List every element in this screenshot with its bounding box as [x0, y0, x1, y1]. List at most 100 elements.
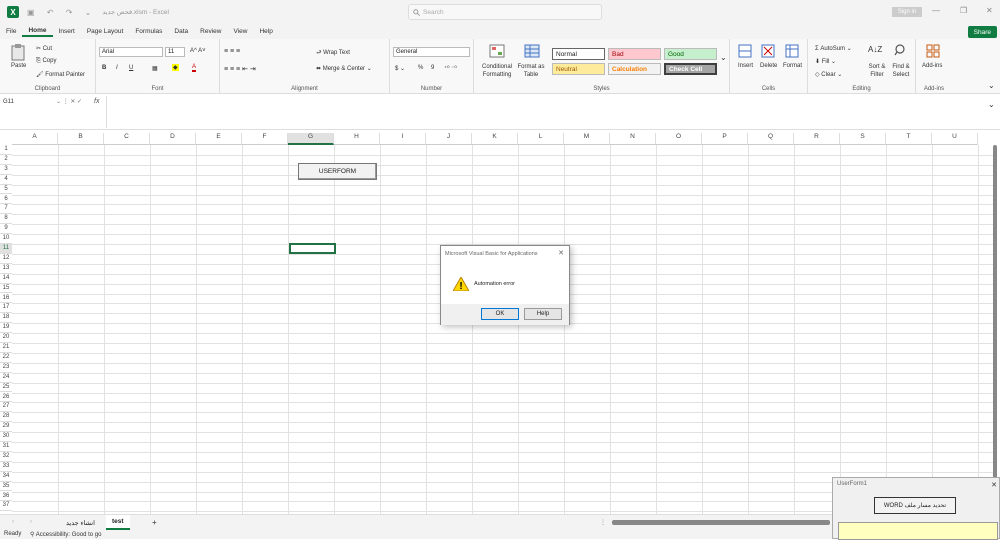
- ok-button[interactable]: OK: [481, 308, 519, 320]
- styles-more-icon[interactable]: ⌄: [720, 53, 727, 62]
- sign-in-button[interactable]: Sign in: [892, 7, 922, 17]
- minimize-button[interactable]: —: [932, 6, 940, 15]
- userform-sheet-button[interactable]: USERFORM: [298, 163, 377, 180]
- help-button[interactable]: Help: [524, 308, 562, 320]
- row-header[interactable]: 28: [0, 412, 12, 423]
- style-good[interactable]: Good: [664, 48, 717, 60]
- name-box[interactable]: G11: [3, 99, 53, 109]
- column-header[interactable]: E: [196, 133, 242, 145]
- row-header[interactable]: 20: [0, 333, 12, 343]
- column-header[interactable]: J: [426, 133, 472, 145]
- vertical-scrollbar[interactable]: [993, 145, 997, 513]
- row-header[interactable]: 36: [0, 492, 12, 502]
- borders-icon[interactable]: ▦: [152, 65, 158, 72]
- column-header[interactable]: A: [12, 133, 58, 145]
- row-header[interactable]: 6: [0, 195, 12, 205]
- delete-cells-icon[interactable]: [761, 44, 775, 58]
- tab-view[interactable]: View: [227, 28, 253, 35]
- row-header[interactable]: 7: [0, 204, 12, 215]
- style-calculation[interactable]: Calculation: [608, 63, 661, 75]
- sheet-tab-new[interactable]: انشاء جديد: [60, 515, 101, 530]
- style-bad[interactable]: Bad: [608, 48, 661, 60]
- row-header[interactable]: 32: [0, 452, 12, 462]
- column-header[interactable]: O: [656, 133, 702, 145]
- prev-sheet-icon[interactable]: ‹: [12, 519, 14, 525]
- expand-formula-icon[interactable]: ⌄: [988, 100, 995, 109]
- row-header[interactable]: 15: [0, 284, 12, 294]
- quick-access-toolbar[interactable]: ▣ ↶ ↷ ⌄: [27, 8, 96, 17]
- format-painter-button[interactable]: 🖌 Format Painter: [36, 71, 85, 78]
- row-header[interactable]: 27: [0, 402, 12, 413]
- find-select-icon[interactable]: [894, 44, 906, 56]
- column-header[interactable]: G: [288, 133, 334, 145]
- row-header[interactable]: 31: [0, 442, 12, 452]
- column-header[interactable]: N: [610, 133, 656, 145]
- tab-help[interactable]: Help: [253, 28, 278, 35]
- font-color-icon[interactable]: A: [192, 64, 197, 72]
- column-header[interactable]: Q: [748, 133, 794, 145]
- row-header[interactable]: 26: [0, 393, 12, 403]
- row-header[interactable]: 13: [0, 264, 12, 274]
- name-box-dropdown-icon[interactable]: ⌄ ⋮ ✕ ✓: [56, 98, 82, 105]
- row-header[interactable]: 1: [0, 145, 12, 155]
- row-header[interactable]: 4: [0, 175, 12, 185]
- select-word-file-button[interactable]: WORD تحديد مسار ملف: [874, 497, 956, 514]
- style-neutral[interactable]: Neutral: [552, 63, 605, 75]
- row-header[interactable]: 25: [0, 383, 12, 393]
- paste-label[interactable]: Paste: [11, 63, 26, 69]
- share-button[interactable]: Share: [967, 26, 997, 38]
- font-name-dropdown[interactable]: Arial: [99, 47, 163, 57]
- selected-cell-g11[interactable]: [289, 243, 336, 254]
- insert-cells-icon[interactable]: [738, 44, 752, 58]
- row-header[interactable]: 19: [0, 323, 12, 334]
- sort-filter-label[interactable]: Sort & Filter: [866, 63, 888, 79]
- row-header[interactable]: 33: [0, 462, 12, 472]
- row-header[interactable]: 2: [0, 155, 12, 165]
- format-cells-icon[interactable]: [785, 44, 799, 58]
- next-sheet-icon[interactable]: ›: [30, 519, 32, 525]
- column-header[interactable]: F: [242, 133, 288, 145]
- column-header[interactable]: I: [380, 133, 426, 145]
- addins-icon[interactable]: [926, 44, 940, 58]
- percent-button[interactable]: %: [418, 65, 423, 71]
- column-header[interactable]: P: [702, 133, 748, 145]
- insert-label[interactable]: Insert: [738, 63, 753, 69]
- font-grow-shrink[interactable]: A^ A˅: [190, 48, 206, 54]
- fill-button[interactable]: ⬇ Fill ⌄: [815, 58, 836, 65]
- row-header[interactable]: 3: [0, 165, 12, 175]
- file-path-textbox[interactable]: [838, 522, 998, 540]
- row-header[interactable]: 34: [0, 472, 12, 482]
- comma-button[interactable]: 9: [431, 65, 434, 71]
- addins-label[interactable]: Add-ins: [922, 63, 942, 69]
- wrap-text-button[interactable]: ⮐ Wrap Text: [316, 48, 350, 58]
- tab-splitter-icon[interactable]: ⋮: [600, 519, 606, 526]
- column-header[interactable]: T: [886, 133, 932, 145]
- dialog-close-button[interactable]: ✕: [558, 249, 564, 257]
- column-header[interactable]: M: [564, 133, 610, 145]
- tab-formulas[interactable]: Formulas: [129, 28, 168, 35]
- column-header[interactable]: S: [840, 133, 886, 145]
- row-header[interactable]: 12: [0, 254, 12, 264]
- conditional-formatting-label[interactable]: Conditional Formatting: [480, 63, 514, 79]
- font-size-dropdown[interactable]: 11: [165, 47, 185, 57]
- bold-button[interactable]: B: [102, 65, 106, 71]
- horizontal-scrollbar[interactable]: [612, 520, 830, 525]
- clear-button[interactable]: ◇ Clear ⌄: [815, 71, 842, 78]
- row-header[interactable]: 35: [0, 482, 12, 492]
- conditional-formatting-icon[interactable]: [489, 44, 505, 58]
- underline-button[interactable]: U: [129, 65, 133, 71]
- tab-insert[interactable]: Insert: [53, 28, 81, 35]
- align-top-icon[interactable]: ≡ ≡ ≡: [224, 48, 240, 55]
- column-header[interactable]: K: [472, 133, 518, 145]
- tab-home[interactable]: Home: [22, 27, 53, 37]
- column-header[interactable]: R: [794, 133, 840, 145]
- format-as-table-icon[interactable]: [524, 44, 540, 58]
- sort-filter-icon[interactable]: A↓Z: [868, 45, 882, 54]
- row-header[interactable]: 29: [0, 422, 12, 433]
- cut-button[interactable]: ✂ Cut: [36, 45, 52, 52]
- userform-close-button[interactable]: ✕: [991, 481, 997, 489]
- style-check-cell[interactable]: Check Cell: [664, 63, 717, 75]
- search-box[interactable]: Search: [408, 4, 602, 20]
- row-header[interactable]: 16: [0, 294, 12, 304]
- column-header[interactable]: B: [58, 133, 104, 145]
